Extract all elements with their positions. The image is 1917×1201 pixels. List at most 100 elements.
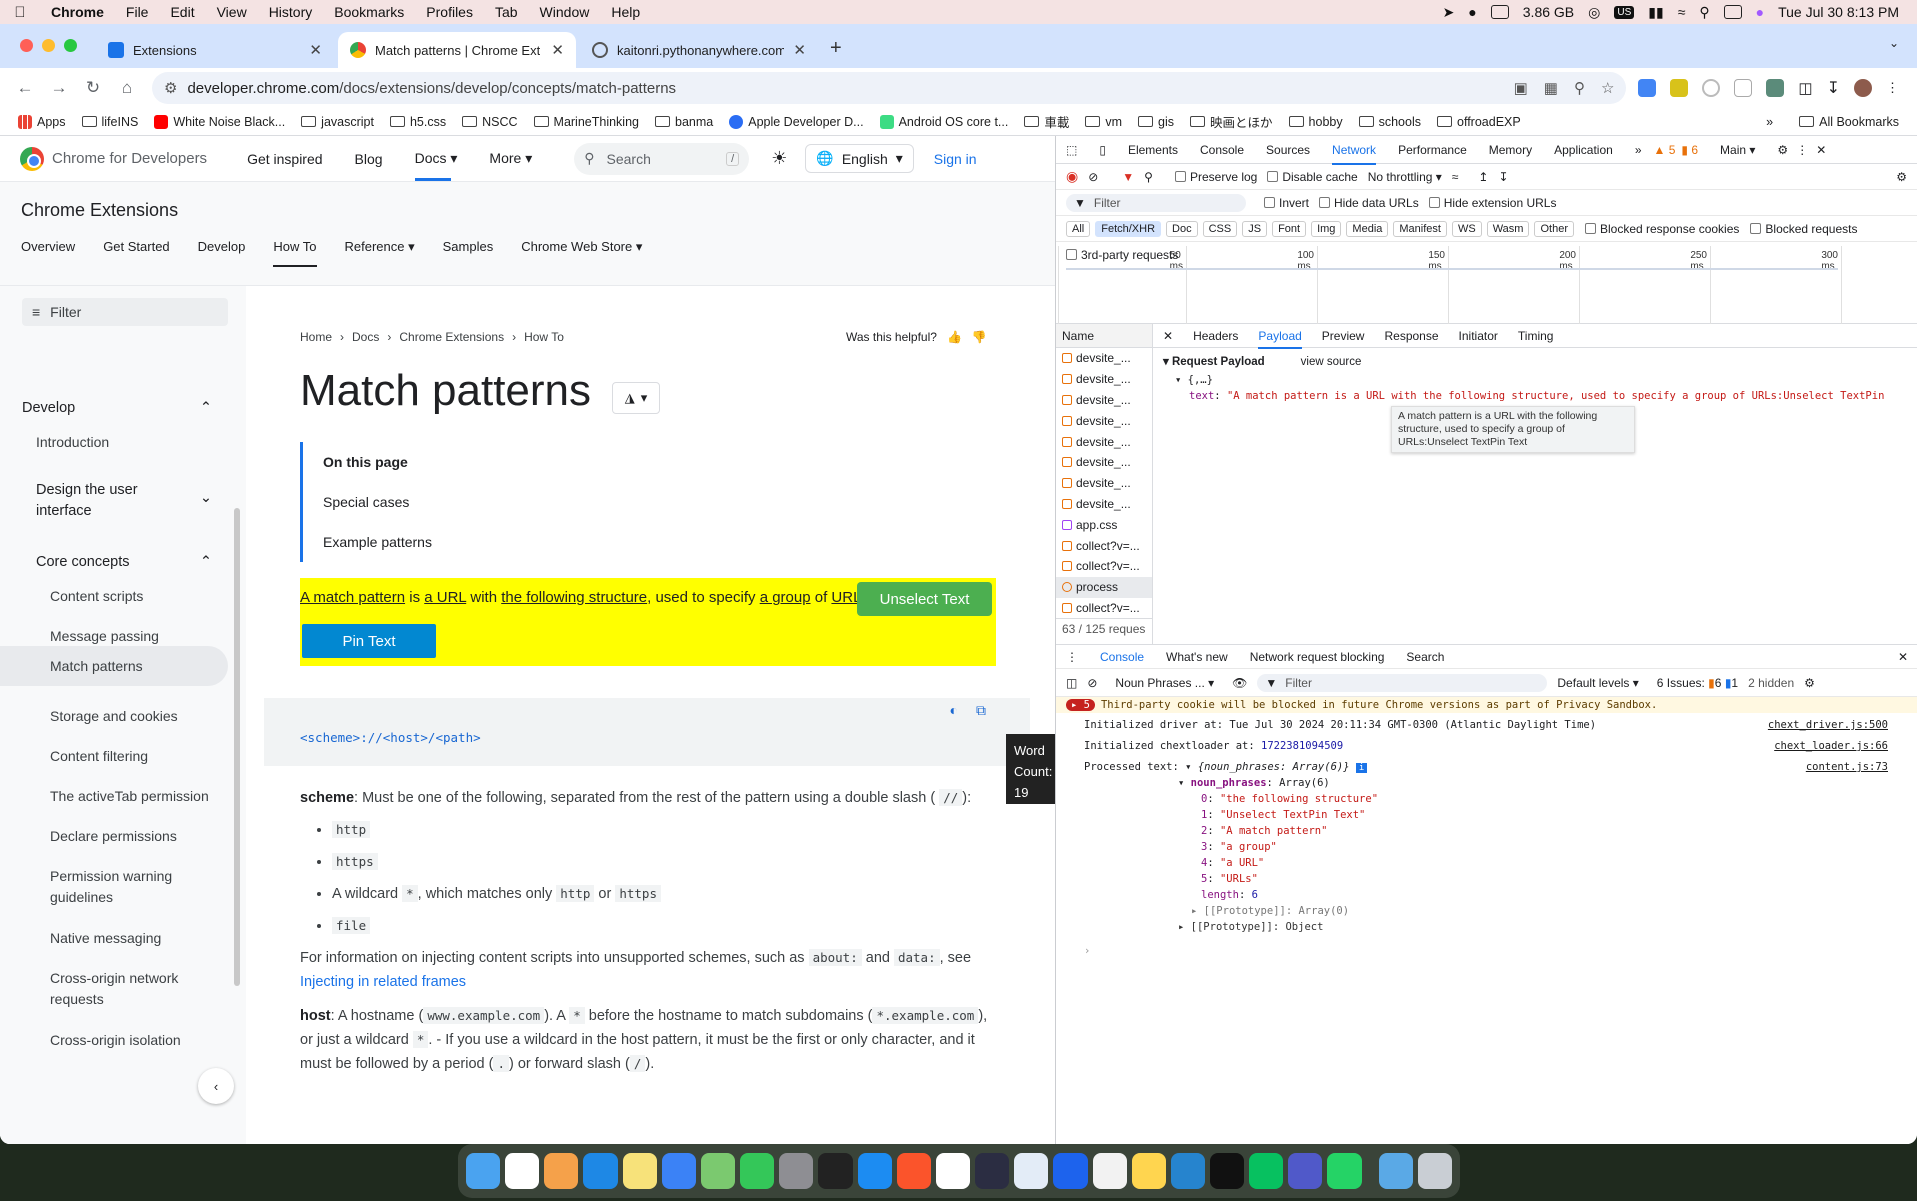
siri-icon[interactable]: ● <box>1756 4 1764 20</box>
drawer-tab-console[interactable]: Console <box>1100 650 1144 664</box>
console-prompt[interactable]: › <box>1056 943 1917 959</box>
terminal-icon[interactable] <box>1209 1153 1245 1189</box>
nav-item-cross-origin-isolation[interactable]: Cross-origin isolation <box>50 1030 230 1051</box>
network-conditions-icon[interactable]: ≈ <box>1452 170 1459 184</box>
detail-tab-preview[interactable]: Preview <box>1322 329 1365 343</box>
target-select[interactable]: Main ▾ <box>1720 143 1755 157</box>
language-select[interactable]: 🌐 English ▾ <box>805 144 914 173</box>
close-tab-icon[interactable]: ✕ <box>551 41 564 59</box>
menu-app[interactable]: Chrome <box>40 4 115 20</box>
search-icon[interactable]: ⚲ <box>1144 170 1153 184</box>
bookmark-folder[interactable]: offroadEXP <box>1429 115 1529 129</box>
nav-more[interactable]: More ▾ <box>489 150 532 167</box>
object-property[interactable]: ▾ noun_phrases: Array(6) <box>1056 775 1917 791</box>
detail-tab-response[interactable]: Response <box>1384 329 1438 343</box>
more-bookmarks-icon[interactable]: » <box>1766 115 1773 129</box>
nav-item-introduction[interactable]: Introduction <box>36 432 216 453</box>
chrome-logo-icon[interactable] <box>20 146 44 171</box>
vscode-icon[interactable] <box>1170 1153 1205 1189</box>
request-row[interactable]: devsite_... <box>1056 452 1152 473</box>
filter-funnel-icon[interactable]: ▼ <box>1122 170 1134 184</box>
close-tab-icon[interactable]: ✕ <box>309 41 322 59</box>
request-row[interactable]: collect?v=... <box>1056 535 1152 556</box>
extension-box-icon[interactable] <box>1734 79 1753 97</box>
nav-scrollbar[interactable] <box>234 508 240 986</box>
bookmark-folder[interactable]: NSCC <box>454 115 525 129</box>
type-manifest[interactable]: Manifest <box>1393 220 1447 237</box>
request-row[interactable]: devsite_... <box>1056 431 1152 452</box>
nav-docs[interactable]: Docs ▾ <box>414 150 457 181</box>
bookmark-youtube[interactable]: White Noise Black... <box>146 114 293 129</box>
reload-icon[interactable]: ↻ <box>78 73 108 103</box>
wechat-icon[interactable]: ● <box>1468 4 1476 20</box>
preserve-log-checkbox[interactable]: Preserve log <box>1174 170 1257 184</box>
drawer-tab-search[interactable]: Search <box>1406 650 1444 664</box>
request-row[interactable]: devsite_... <box>1056 473 1152 494</box>
nav-item-match-patterns[interactable]: Match patterns <box>0 646 228 686</box>
thumbs-down-icon[interactable]: 👎 <box>972 330 987 344</box>
toc-special-cases[interactable]: Special cases <box>323 482 432 522</box>
request-row[interactable]: devsite_... <box>1056 348 1152 369</box>
instruments-icon[interactable] <box>661 1153 696 1189</box>
request-row[interactable]: devsite_... <box>1056 390 1152 411</box>
type-ws[interactable]: WS <box>1451 220 1482 237</box>
crumb-home[interactable]: Home <box>300 330 332 344</box>
minimize-window-button[interactable] <box>42 39 55 52</box>
blocked-cookies-checkbox[interactable]: Blocked response cookies <box>1584 222 1739 236</box>
nav-item-content-scripts[interactable]: Content scripts <box>50 586 230 607</box>
network-filter-input[interactable]: ▼ Filter <box>1066 193 1246 212</box>
bookmark-folder[interactable]: hobby <box>1281 115 1351 129</box>
throttling-select[interactable]: No throttling ▾ <box>1368 170 1442 184</box>
menu-window[interactable]: Window <box>529 4 601 20</box>
forward-icon[interactable]: → <box>44 73 74 103</box>
info-icon[interactable]: i <box>1355 763 1368 773</box>
menu-view[interactable]: View <box>206 4 258 20</box>
menu-profiles[interactable]: Profiles <box>415 4 484 20</box>
docker-icon[interactable] <box>1053 1153 1088 1189</box>
hide-data-urls-checkbox[interactable]: Hide data URLs <box>1319 196 1419 210</box>
nav-filter-input[interactable]: ≡ Filter <box>22 298 228 326</box>
type-js[interactable]: JS <box>1242 220 1268 237</box>
spotlight-icon[interactable]: ⚲ <box>1699 4 1709 21</box>
injecting-link[interactable]: Injecting in related frames <box>300 974 466 990</box>
memory-readout[interactable]: 3.86 GB <box>1523 4 1574 20</box>
console-warning[interactable]: ▸ 5 Third-party cookie will be blocked in… <box>1056 697 1917 713</box>
nav-get-inspired[interactable]: Get inspired <box>247 151 322 167</box>
extension-app-icon[interactable] <box>1766 79 1785 97</box>
log-levels-select[interactable]: Default levels ▾ <box>1557 676 1638 690</box>
section-tab-how-to[interactable]: How To <box>273 239 317 267</box>
bookmark-folder[interactable]: 映画とほか <box>1182 112 1281 131</box>
profile-avatar[interactable] <box>1854 79 1872 97</box>
bookmark-button[interactable]: ◮ ▾ <box>612 382 660 414</box>
menu-tab[interactable]: Tab <box>484 4 529 20</box>
settings-icon[interactable]: ⚙ <box>1777 143 1788 157</box>
wechat-dock-icon[interactable] <box>1249 1153 1284 1189</box>
devtools-tab-console[interactable]: Console <box>1200 143 1244 157</box>
zoom-icon[interactable]: ⚲ <box>1574 79 1585 97</box>
import-icon[interactable]: ↥ <box>1478 170 1488 184</box>
source-link[interactable]: content.js:73 <box>1806 759 1888 775</box>
pin-text-button[interactable]: Pin Text <box>302 624 436 658</box>
chrome-dock-icon[interactable] <box>1092 1153 1127 1189</box>
finder-icon[interactable] <box>466 1153 501 1189</box>
battery-icon[interactable]: ▮▮ <box>1648 4 1663 21</box>
copy-icon[interactable]: ⧉ <box>976 702 986 719</box>
network-settings-icon[interactable]: ⚙ <box>1896 170 1907 184</box>
location-icon[interactable]: ➤ <box>1443 4 1455 21</box>
menu-help[interactable]: Help <box>600 4 651 20</box>
noun-phrase[interactable]: a group <box>760 589 811 606</box>
input-source-icon[interactable]: US <box>1614 5 1635 19</box>
clear-console-icon[interactable]: ⊘ <box>1087 676 1097 690</box>
thumbs-up-icon[interactable]: 👍 <box>947 330 962 344</box>
photos-icon[interactable] <box>1131 1153 1166 1189</box>
context-select[interactable]: Noun Phrases ... ▾ <box>1115 676 1214 690</box>
drawer-tab-request-blocking[interactable]: Network request blocking <box>1250 650 1385 664</box>
type-wasm[interactable]: Wasm <box>1486 220 1530 237</box>
console-filter-input[interactable]: ▼ Filter <box>1257 673 1548 692</box>
tab-pythonanywhere[interactable]: kaitonri.pythonanywhere.com ✕ <box>580 32 818 68</box>
section-tab-samples[interactable]: Samples <box>443 239 494 267</box>
control-center-icon[interactable] <box>1723 5 1742 19</box>
export-icon[interactable]: ↧ <box>1498 170 1508 184</box>
nav-blog[interactable]: Blog <box>355 151 383 167</box>
type-fetch-xhr[interactable]: Fetch/XHR <box>1095 220 1162 237</box>
